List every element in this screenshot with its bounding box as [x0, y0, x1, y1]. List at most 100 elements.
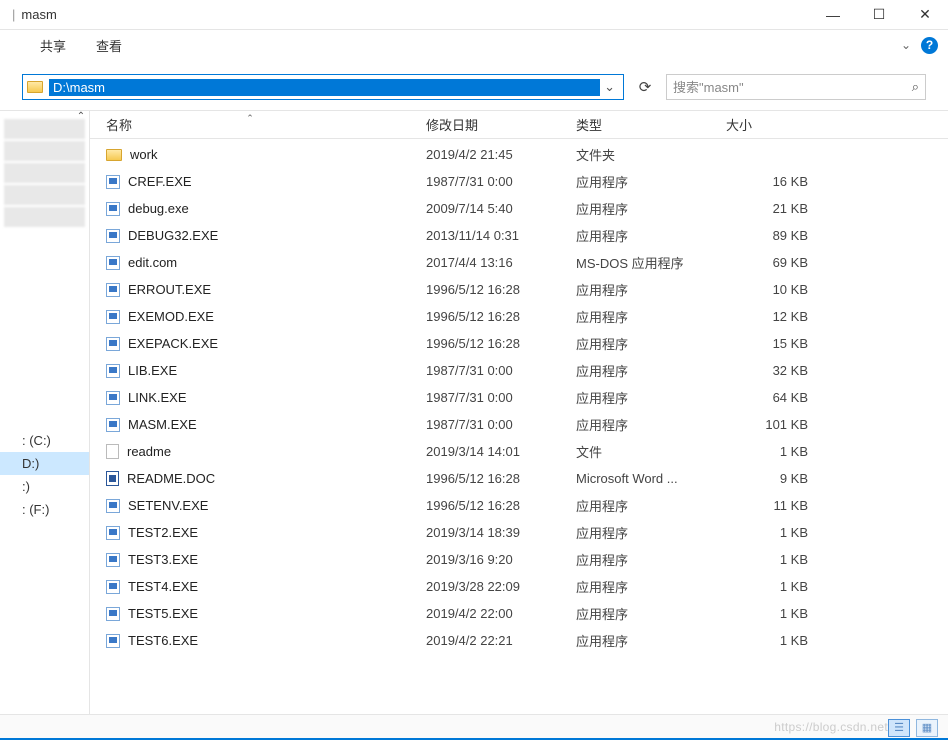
file-date: 2019/4/2 21:45: [426, 147, 576, 162]
watermark-text: https://blog.csdn.net: [774, 720, 888, 734]
sidebar-drive-f[interactable]: : (F:): [0, 498, 89, 521]
file-date: 1987/7/31 0:00: [426, 363, 576, 378]
file-type: 应用程序: [576, 415, 726, 434]
address-bar[interactable]: ⌄: [22, 74, 624, 100]
file-date: 2009/7/14 5:40: [426, 201, 576, 216]
exe-icon: [106, 634, 120, 648]
file-row[interactable]: SETENV.EXE1996/5/12 16:28应用程序11 KB: [90, 492, 948, 519]
col-name[interactable]: ⌃ 名称: [90, 115, 410, 134]
file-type: 应用程序: [576, 199, 726, 218]
sidebar-item-blurred: [4, 163, 85, 183]
file-name: README.DOC: [127, 471, 215, 486]
file-row[interactable]: readme2019/3/14 14:01文件1 KB: [90, 438, 948, 465]
tab-view[interactable]: 查看: [96, 36, 122, 55]
title-bar: | masm — ☐ ✕: [0, 0, 948, 30]
file-type: 文件: [576, 442, 726, 461]
nav-sidebar[interactable]: ⌃ ⌄ : (C:) D:) :) : (F:): [0, 111, 90, 720]
file-name: SETENV.EXE: [128, 498, 208, 513]
nav-row: ⌄ ⟳ ⌕: [0, 70, 948, 104]
view-details-button[interactable]: ☰: [888, 719, 910, 737]
search-box[interactable]: ⌕: [666, 74, 926, 100]
col-date[interactable]: 修改日期: [410, 115, 560, 134]
file-date: 2013/11/14 0:31: [426, 228, 576, 243]
file-size: 16 KB: [726, 174, 816, 189]
file-row[interactable]: TEST5.EXE2019/4/2 22:00应用程序1 KB: [90, 600, 948, 627]
file-date: 1996/5/12 16:28: [426, 471, 576, 486]
help-icon[interactable]: ?: [921, 37, 938, 54]
file-name: MASM.EXE: [128, 417, 197, 432]
file-type: 应用程序: [576, 334, 726, 353]
minimize-button[interactable]: —: [810, 0, 856, 30]
file-size: 89 KB: [726, 228, 816, 243]
file-row[interactable]: TEST3.EXE2019/3/16 9:20应用程序1 KB: [90, 546, 948, 573]
sidebar-drive-d[interactable]: D:): [0, 452, 89, 475]
file-size: 69 KB: [726, 255, 816, 270]
file-list: work2019/4/2 21:45文件夹 CREF.EXE 1987/7/31 0…: [90, 139, 948, 656]
file-type: 应用程序: [576, 496, 726, 515]
address-input[interactable]: [49, 79, 600, 96]
maximize-button[interactable]: ☐: [856, 0, 902, 30]
file-size: 1 KB: [726, 579, 816, 594]
view-icons-button[interactable]: ▦: [916, 719, 938, 737]
file-row[interactable]: ERROUT.EXE1996/5/12 16:28应用程序10 KB: [90, 276, 948, 303]
file-type: 应用程序: [576, 307, 726, 326]
exe-icon: [106, 607, 120, 621]
window-title: masm: [21, 7, 56, 22]
file-name: EXEMOD.EXE: [128, 309, 214, 324]
file-row[interactable]: TEST4.EXE2019/3/28 22:09应用程序1 KB: [90, 573, 948, 600]
exe-icon: [106, 256, 120, 270]
file-row[interactable]: work2019/4/2 21:45文件夹: [90, 141, 948, 168]
file-row[interactable]: README.DOC1996/5/12 16:28Microsoft Word …: [90, 465, 948, 492]
sidebar-drive-c[interactable]: : (C:): [0, 429, 89, 452]
file-row[interactable]: TEST2.EXE2019/3/14 18:39应用程序1 KB: [90, 519, 948, 546]
exe-icon: [106, 418, 120, 432]
file-name: LINK.EXE: [128, 390, 187, 405]
file-row[interactable]: DEBUG32.EXE2013/11/14 0:31应用程序89 KB: [90, 222, 948, 249]
file-row[interactable]: edit.com2017/4/4 13:16MS-DOS 应用程序69 KB: [90, 249, 948, 276]
folder-icon: [27, 81, 43, 93]
file-date: 1987/7/31 0:00: [426, 417, 576, 432]
file-row[interactable]: TEST6.EXE2019/4/2 22:21应用程序1 KB: [90, 627, 948, 654]
file-date: 1987/7/31 0:00: [426, 174, 576, 189]
col-size[interactable]: 大小: [710, 115, 800, 134]
file-size: 9 KB: [726, 471, 816, 486]
file-date: 1996/5/12 16:28: [426, 498, 576, 513]
address-dropdown-icon[interactable]: ⌄: [600, 79, 619, 95]
file-size: 10 KB: [726, 282, 816, 297]
file-name: CREF.EXE: [128, 174, 192, 189]
column-headers[interactable]: ⌃ 名称 修改日期 类型 大小: [90, 111, 948, 139]
file-date: 2019/3/14 14:01: [426, 444, 576, 459]
file-name: TEST5.EXE: [128, 606, 198, 621]
exe-icon: [106, 283, 120, 297]
file-row[interactable]: CREF.EXE1987/7/31 0:00应用程序16 KB: [90, 168, 948, 195]
file-row[interactable]: debug.exe2009/7/14 5:40应用程序21 KB: [90, 195, 948, 222]
file-name: DEBUG32.EXE: [128, 228, 218, 243]
file-size: 12 KB: [726, 309, 816, 324]
exe-icon: [106, 391, 120, 405]
file-row[interactable]: EXEMOD.EXE1996/5/12 16:28应用程序12 KB: [90, 303, 948, 330]
file-date: 1987/7/31 0:00: [426, 390, 576, 405]
search-input[interactable]: [673, 80, 912, 95]
file-date: 2019/3/14 18:39: [426, 525, 576, 540]
file-icon: [106, 444, 119, 459]
close-button[interactable]: ✕: [902, 0, 948, 30]
ribbon-collapse-icon[interactable]: ⌄: [901, 38, 911, 52]
file-row[interactable]: MASM.EXE1987/7/31 0:00应用程序101 KB: [90, 411, 948, 438]
sidebar-drive-e[interactable]: :): [0, 475, 89, 498]
refresh-button[interactable]: ⟳: [634, 78, 656, 96]
file-type: 应用程序: [576, 604, 726, 623]
file-row[interactable]: LINK.EXE1987/7/31 0:00应用程序64 KB: [90, 384, 948, 411]
file-name: TEST2.EXE: [128, 525, 198, 540]
tab-share[interactable]: 共享: [40, 36, 66, 55]
col-type[interactable]: 类型: [560, 115, 710, 134]
file-date: 2019/3/16 9:20: [426, 552, 576, 567]
file-row[interactable]: LIB.EXE1987/7/31 0:00应用程序32 KB: [90, 357, 948, 384]
file-size: 1 KB: [726, 606, 816, 621]
file-date: 2019/4/2 22:21: [426, 633, 576, 648]
ribbon-tabs: 共享 查看 ⌄ ?: [0, 30, 948, 60]
search-icon[interactable]: ⌕: [912, 79, 919, 95]
file-row[interactable]: EXEPACK.EXE1996/5/12 16:28应用程序15 KB: [90, 330, 948, 357]
file-size: 15 KB: [726, 336, 816, 351]
exe-icon: [106, 310, 120, 324]
sidebar-item-blurred: [4, 119, 85, 139]
